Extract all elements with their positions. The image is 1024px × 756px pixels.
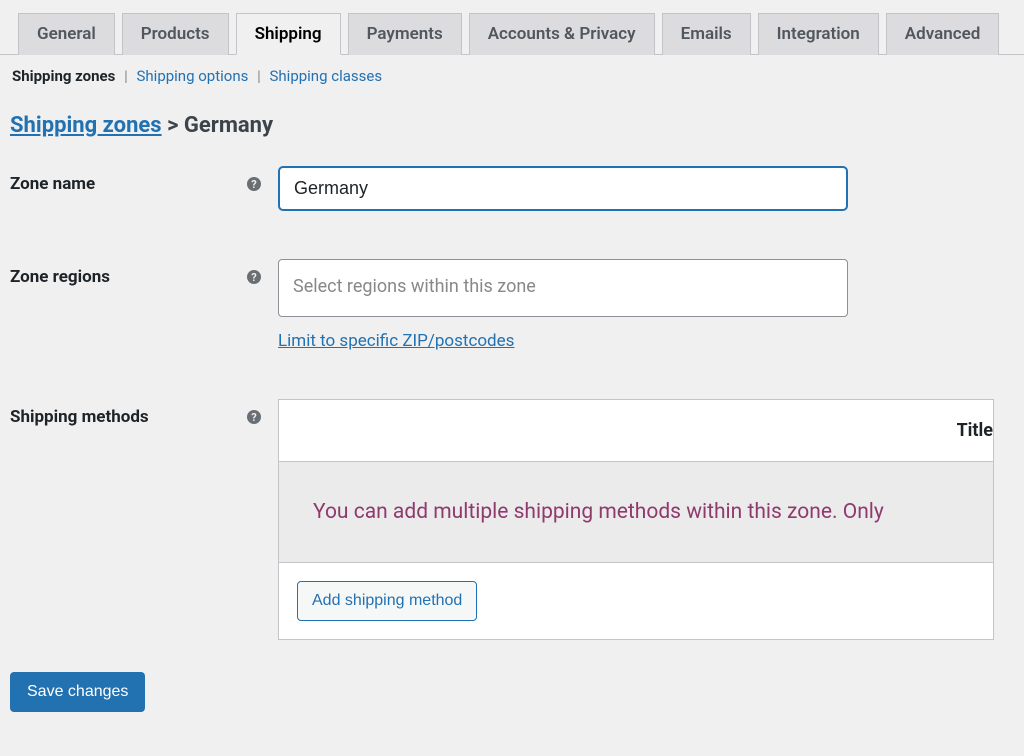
add-shipping-method-button[interactable]: Add shipping method xyxy=(297,581,477,621)
breadcrumb-separator: > xyxy=(167,113,178,138)
tab-advanced[interactable]: Advanced xyxy=(886,13,1000,55)
tab-integration[interactable]: Integration xyxy=(758,13,879,55)
shipping-methods-label: Shipping methods ? xyxy=(10,399,278,427)
subnav-shipping-zones[interactable]: Shipping zones xyxy=(12,67,115,85)
shipping-methods-empty-message: You can add multiple shipping methods wi… xyxy=(279,462,993,563)
subnav-separator: | xyxy=(257,67,261,85)
svg-text:?: ? xyxy=(251,271,257,284)
breadcrumb-current: Germany xyxy=(184,113,273,138)
tab-payments[interactable]: Payments xyxy=(348,13,462,55)
shipping-methods-label-text: Shipping methods xyxy=(10,407,149,427)
zone-name-input[interactable] xyxy=(278,166,848,211)
tab-accounts-privacy[interactable]: Accounts & Privacy xyxy=(469,13,655,55)
tab-emails[interactable]: Emails xyxy=(662,13,751,55)
zone-regions-label: Zone regions ? xyxy=(10,259,278,287)
main-tabs: General Products Shipping Payments Accou… xyxy=(0,0,1024,55)
shipping-methods-header: Title xyxy=(279,400,993,462)
zone-name-label-text: Zone name xyxy=(10,174,95,194)
shipping-subnav: Shipping zones | Shipping options | Ship… xyxy=(0,55,1024,85)
zone-regions-label-text: Zone regions xyxy=(10,267,110,287)
help-icon[interactable]: ? xyxy=(244,407,264,427)
tab-products[interactable]: Products xyxy=(122,13,229,55)
tab-shipping[interactable]: Shipping xyxy=(236,13,341,55)
help-icon[interactable]: ? xyxy=(244,174,264,194)
zone-name-label: Zone name ? xyxy=(10,166,278,194)
svg-text:?: ? xyxy=(251,411,257,424)
save-changes-button[interactable]: Save changes xyxy=(10,672,145,712)
breadcrumb: Shipping zones > Germany xyxy=(0,85,1024,138)
zone-regions-select[interactable]: Select regions within this zone xyxy=(278,259,848,317)
subnav-shipping-options[interactable]: Shipping options xyxy=(137,67,249,85)
limit-zip-link[interactable]: Limit to specific ZIP/postcodes xyxy=(278,331,514,351)
help-icon[interactable]: ? xyxy=(244,267,264,287)
shipping-methods-panel: Title You can add multiple shipping meth… xyxy=(278,399,994,640)
svg-text:?: ? xyxy=(251,178,257,191)
tab-general[interactable]: General xyxy=(18,13,115,55)
breadcrumb-shipping-zones-link[interactable]: Shipping zones xyxy=(10,113,162,138)
subnav-shipping-classes[interactable]: Shipping classes xyxy=(270,67,383,85)
subnav-separator: | xyxy=(124,67,128,85)
methods-title-column: Title xyxy=(957,420,994,441)
